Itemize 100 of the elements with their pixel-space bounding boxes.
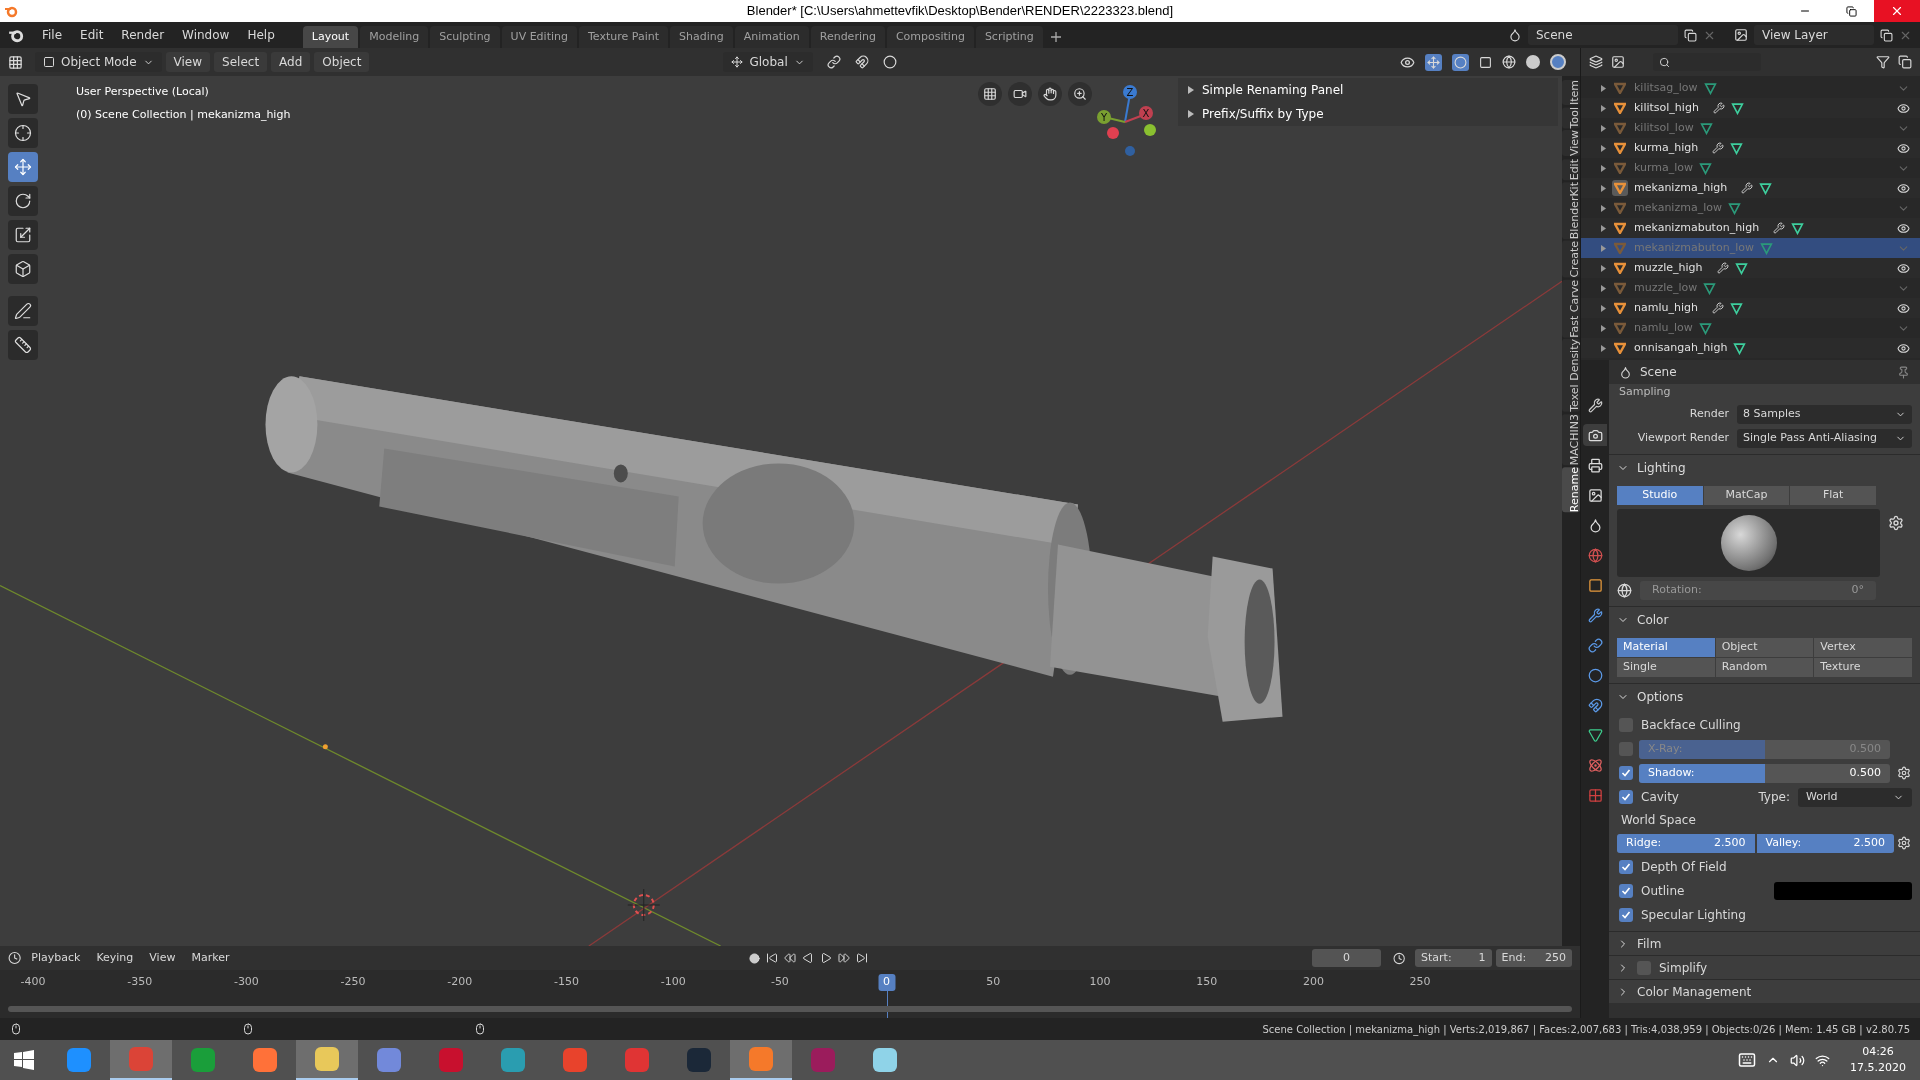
mode-dropdown[interactable]: Object Mode	[35, 52, 162, 72]
pin-icon[interactable]	[1897, 365, 1910, 379]
menu-item[interactable]: Render	[113, 26, 173, 44]
checkbox[interactable]	[1619, 766, 1633, 780]
globe-icon[interactable]	[1617, 583, 1632, 598]
tool-button[interactable]	[8, 330, 38, 360]
expand-icon[interactable]	[1601, 224, 1606, 232]
sidebar-tab[interactable]: Edit	[1562, 158, 1580, 180]
menu-item[interactable]: Object	[314, 52, 370, 72]
eye-icon[interactable]	[1897, 301, 1910, 315]
editor-type-icon[interactable]	[8, 951, 22, 965]
value-slider[interactable]: Valley: 2.500	[1756, 833, 1894, 853]
clock-time[interactable]: 04:26	[1862, 1044, 1894, 1060]
zoom-icon[interactable]	[1068, 82, 1092, 106]
workspace-tab[interactable]: UV Editing	[501, 26, 577, 48]
modifier-icon[interactable]	[1712, 102, 1725, 114]
sidebar-tab[interactable]: BlenderKit	[1562, 181, 1580, 240]
play-reverse-icon[interactable]	[802, 952, 815, 964]
panel-header[interactable]: Film	[1609, 931, 1920, 955]
axis-gizmo[interactable]: Z Y X	[1090, 82, 1160, 162]
color-mode-button[interactable]: Random	[1715, 658, 1814, 677]
checkbox[interactable]	[1619, 884, 1633, 898]
studio-light-preview[interactable]	[1617, 509, 1880, 577]
solid-shading-button[interactable]	[1526, 55, 1540, 69]
panel-header[interactable]: Sampling	[1609, 384, 1920, 398]
menu-item[interactable]: Edit	[72, 26, 112, 44]
workspace-tab[interactable]: Scripting	[975, 26, 1043, 48]
sidebar-tab[interactable]: Tool	[1562, 107, 1580, 129]
jump-end-icon[interactable]	[856, 952, 869, 964]
display-mode-icon[interactable]	[1611, 55, 1625, 69]
xray-icon[interactable]	[1479, 55, 1492, 69]
menu-item[interactable]: Marker	[185, 949, 236, 967]
expand-icon[interactable]	[1601, 104, 1606, 112]
tool-button[interactable]	[8, 84, 38, 114]
expand-icon[interactable]	[1601, 344, 1606, 352]
tool-button[interactable]	[8, 220, 38, 250]
expand-icon[interactable]	[1601, 144, 1606, 152]
menu-item[interactable]: Help	[239, 26, 283, 44]
menu-item[interactable]: View	[165, 52, 211, 72]
settings-icon[interactable]	[1897, 836, 1911, 850]
menu-item[interactable]: File	[34, 26, 71, 44]
clock-date[interactable]: 17.5.2020	[1850, 1060, 1906, 1076]
end-field[interactable]: End: 250	[1495, 949, 1572, 967]
grid-icon[interactable]	[978, 82, 1002, 106]
panel-header[interactable]: Simple Renaming Panel	[1178, 78, 1558, 102]
lighting-mode-button[interactable]: MatCap	[1703, 486, 1790, 505]
tool-button[interactable]	[8, 186, 38, 216]
modifier-icon[interactable]	[1716, 262, 1729, 274]
copy-icon[interactable]	[1880, 28, 1893, 42]
new-collection-icon[interactable]	[1898, 55, 1912, 69]
play-icon[interactable]	[820, 952, 833, 964]
lighting-mode-button[interactable]: Flat	[1790, 486, 1876, 505]
panel-header[interactable]: Color	[1609, 606, 1920, 632]
hand-icon[interactable]	[1038, 82, 1062, 106]
checkbox[interactable]	[1619, 790, 1633, 804]
taskbar-app[interactable]	[110, 1040, 172, 1080]
sidebar-tab[interactable]: Item	[1562, 80, 1580, 106]
checkbox[interactable]	[1619, 860, 1633, 874]
speaker-icon[interactable]	[1790, 1052, 1805, 1068]
select-field[interactable]: 8 Samples	[1737, 404, 1912, 424]
panel-header[interactable]: Options	[1609, 683, 1920, 709]
taskbar-app[interactable]	[296, 1040, 358, 1080]
menu-item[interactable]: Add	[271, 52, 311, 72]
filter-icon[interactable]	[1876, 55, 1890, 69]
checkbox[interactable]	[1637, 960, 1651, 975]
modifier-icon[interactable]	[1711, 302, 1724, 314]
workspace-tab[interactable]: Modeling	[360, 26, 429, 48]
properties-tab[interactable]	[1583, 424, 1607, 446]
settings-icon[interactable]	[1897, 766, 1911, 780]
overlay-toggle[interactable]	[1452, 53, 1469, 71]
value-slider[interactable]: Ridge: 2.500	[1617, 833, 1755, 853]
menu-item[interactable]: Select	[214, 52, 268, 72]
checkbox[interactable]	[1619, 742, 1633, 756]
magnet-icon[interactable]	[854, 55, 869, 69]
workspace-tab[interactable]: Animation	[734, 26, 809, 48]
workspace-tab[interactable]: Rendering	[810, 26, 885, 48]
color-mode-button[interactable]: Object	[1715, 638, 1814, 657]
lighting-mode-button[interactable]: Studio	[1617, 486, 1703, 505]
eye-icon[interactable]	[1897, 181, 1910, 195]
expand-icon[interactable]	[1601, 204, 1606, 212]
expand-icon[interactable]	[1601, 184, 1606, 192]
modifier-icon[interactable]	[1773, 222, 1786, 234]
eye-icon[interactable]	[1897, 101, 1910, 115]
taskbar-app[interactable]	[730, 1040, 792, 1080]
sidebar-tab[interactable]: Create	[1562, 241, 1580, 278]
keyboard-icon[interactable]	[1738, 1051, 1756, 1069]
search-field[interactable]	[1653, 53, 1761, 71]
sidebar-tab[interactable]: Fast Carve	[1562, 279, 1580, 338]
network-icon[interactable]	[1815, 1052, 1830, 1068]
tool-button[interactable]	[8, 254, 38, 284]
color-mode-button[interactable]: Single	[1617, 658, 1715, 677]
frame-field[interactable]: 0	[1312, 949, 1381, 967]
copy-icon[interactable]	[1684, 28, 1697, 42]
color-mode-button[interactable]: Vertex	[1814, 638, 1912, 657]
tool-button[interactable]	[8, 118, 38, 148]
checkbox[interactable]	[1619, 908, 1633, 922]
eye-icon[interactable]	[1897, 141, 1910, 155]
record-icon[interactable]	[749, 952, 761, 964]
checkbox[interactable]	[1619, 718, 1633, 732]
clock-icon[interactable]	[1392, 951, 1406, 965]
